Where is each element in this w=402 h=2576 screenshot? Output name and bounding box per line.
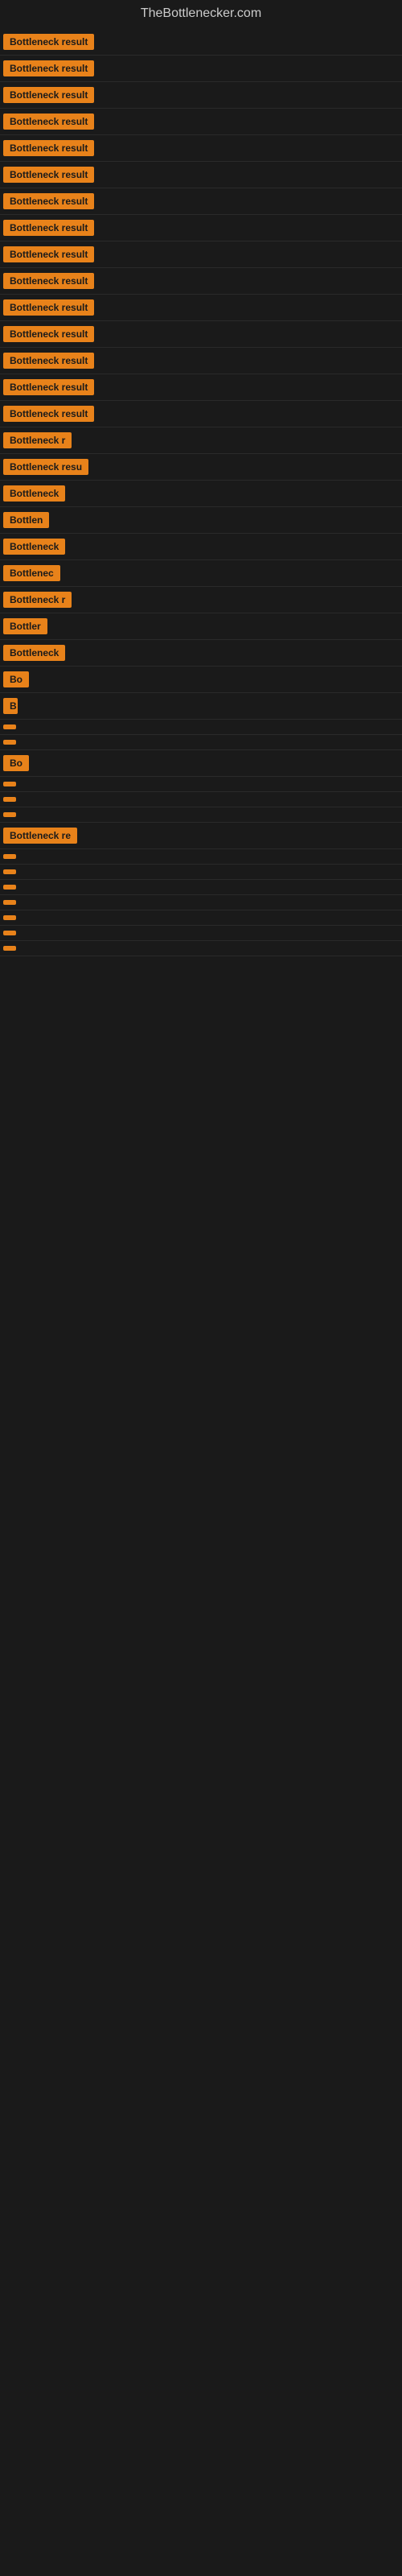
table-row[interactable]: Bottleneck (0, 481, 402, 507)
table-row[interactable] (0, 720, 402, 735)
table-row[interactable]: Bottleneck result (0, 295, 402, 321)
bottleneck-badge (3, 782, 16, 786)
table-row[interactable]: Bottlen (0, 507, 402, 534)
table-row[interactable]: Bottleneck result (0, 188, 402, 215)
bottleneck-badge (3, 869, 16, 874)
table-row[interactable] (0, 865, 402, 880)
bottleneck-badge: Bottleneck result (3, 34, 94, 50)
table-row[interactable] (0, 735, 402, 750)
table-row[interactable]: Bottleneck result (0, 82, 402, 109)
table-row[interactable]: Bottleneck r (0, 587, 402, 613)
bottleneck-badge (3, 915, 16, 920)
bottleneck-badge: Bottleneck re (3, 828, 77, 844)
table-row[interactable]: Bottleneck result (0, 268, 402, 295)
bottleneck-badge (3, 900, 16, 905)
table-row[interactable]: Bottleneck result (0, 374, 402, 401)
bottleneck-badge: Bottleneck result (3, 193, 94, 209)
table-row[interactable]: Bottleneck resu (0, 454, 402, 481)
bottleneck-badge: Bottleneck result (3, 406, 94, 422)
bottleneck-badge: Bottleneck result (3, 60, 94, 76)
bottleneck-badge: Bottleneck (3, 539, 65, 555)
bottleneck-badge (3, 931, 16, 935)
bottleneck-badge: Bottleneck result (3, 114, 94, 130)
table-row[interactable]: Bottleneck result (0, 162, 402, 188)
table-row[interactable] (0, 941, 402, 956)
table-row[interactable]: Bo (0, 667, 402, 693)
bottleneck-badge: Bottleneck result (3, 246, 94, 262)
table-row[interactable] (0, 910, 402, 926)
table-row[interactable]: Bottlenec (0, 560, 402, 587)
site-title: TheBottlenecker.com (0, 0, 402, 29)
table-row[interactable] (0, 895, 402, 910)
bottleneck-badge: Bottleneck resu (3, 459, 88, 475)
bottleneck-badge: Bottleneck (3, 485, 65, 502)
bottleneck-badge: Bottleneck result (3, 87, 94, 103)
table-row[interactable]: Bottleneck r (0, 427, 402, 454)
bottleneck-badge (3, 797, 16, 802)
table-row[interactable] (0, 807, 402, 823)
table-row[interactable] (0, 926, 402, 941)
table-row[interactable] (0, 792, 402, 807)
bottleneck-badge (3, 812, 16, 817)
table-row[interactable]: Bottleneck result (0, 401, 402, 427)
bottleneck-badge: Bottleneck result (3, 379, 94, 395)
page-container: TheBottlenecker.com Bottleneck resultBot… (0, 0, 402, 956)
bottleneck-badge (3, 724, 16, 729)
table-row[interactable]: B (0, 693, 402, 720)
table-row[interactable]: Bo (0, 750, 402, 777)
bottleneck-badge: B (3, 698, 18, 714)
rows-container: Bottleneck result Bottleneck result Bottle… (0, 29, 402, 956)
bottleneck-badge: Bottleneck result (3, 140, 94, 156)
bottleneck-badge: Bottleneck result (3, 299, 94, 316)
bottleneck-badge (3, 740, 16, 745)
table-row[interactable] (0, 849, 402, 865)
bottleneck-badge: Bottler (3, 618, 47, 634)
table-row[interactable] (0, 777, 402, 792)
table-row[interactable]: Bottleneck (0, 640, 402, 667)
bottleneck-badge: Bo (3, 671, 29, 687)
bottleneck-badge: Bottleneck result (3, 220, 94, 236)
bottleneck-badge: Bottleneck r (3, 432, 72, 448)
table-row[interactable]: Bottleneck re (0, 823, 402, 849)
table-row[interactable]: Bottleneck result (0, 109, 402, 135)
table-row[interactable]: Bottleneck result (0, 215, 402, 242)
table-row[interactable]: Bottleneck result (0, 321, 402, 348)
table-row[interactable]: Bottleneck result (0, 56, 402, 82)
bottleneck-badge: Bottleneck r (3, 592, 72, 608)
bottleneck-badge (3, 885, 16, 890)
bottleneck-badge: Bottleneck (3, 645, 65, 661)
table-row[interactable]: Bottleneck result (0, 348, 402, 374)
bottleneck-badge (3, 854, 16, 859)
table-row[interactable]: Bottleneck result (0, 135, 402, 162)
bottleneck-badge: Bo (3, 755, 29, 771)
bottleneck-badge: Bottleneck result (3, 353, 94, 369)
bottleneck-badge: Bottlenec (3, 565, 60, 581)
table-row[interactable]: Bottleneck (0, 534, 402, 560)
table-row[interactable] (0, 880, 402, 895)
bottleneck-badge: Bottleneck result (3, 273, 94, 289)
bottleneck-badge (3, 946, 16, 951)
table-row[interactable]: Bottleneck result (0, 29, 402, 56)
bottleneck-badge: Bottlen (3, 512, 49, 528)
bottleneck-badge: Bottleneck result (3, 167, 94, 183)
table-row[interactable]: Bottler (0, 613, 402, 640)
bottleneck-badge: Bottleneck result (3, 326, 94, 342)
table-row[interactable]: Bottleneck result (0, 242, 402, 268)
